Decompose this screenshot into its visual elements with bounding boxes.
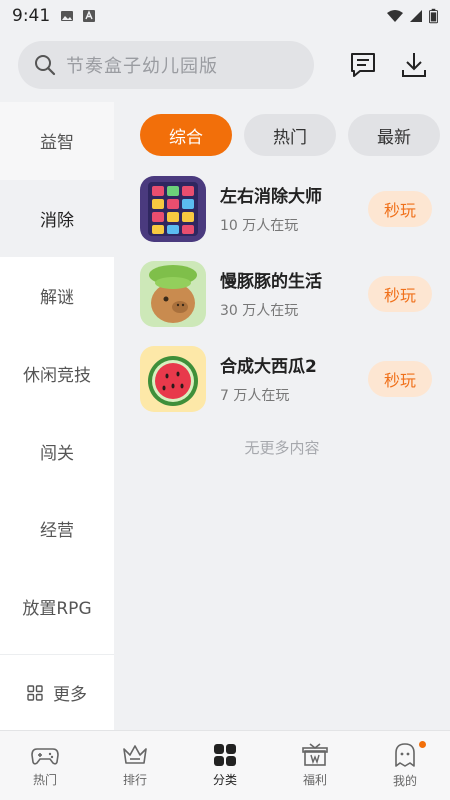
battery-icon: [429, 8, 438, 24]
block-puzzle-game-icon: [140, 175, 206, 242]
watermelon-game-icon: [140, 345, 206, 412]
game-name: 左右消除大师: [220, 187, 322, 207]
game-players: 30 万人在玩: [220, 303, 299, 319]
category-sidebar: 益智 消除 解谜 休闲竞技 闯关 经营 放置RPG 更多: [0, 102, 114, 730]
sidebar-item-casual-competitive[interactable]: 休闲竞技: [0, 335, 114, 413]
main-content: 综合 热门 最新 左右消除大师 10 万人在玩 秒玩 慢豚豚的生活 30 万人在…: [114, 102, 450, 730]
game-row[interactable]: 左右消除大师 10 万人在玩 秒玩: [114, 166, 450, 251]
sidebar-more-label: 更多: [53, 685, 87, 705]
gamepad-icon: [31, 748, 59, 765]
download-icon[interactable]: [400, 50, 428, 80]
notification-dot: [419, 741, 426, 748]
nav-label: 排行: [122, 773, 147, 787]
filter-tab-newest[interactable]: 最新: [348, 114, 440, 156]
game-row[interactable]: 合成大西瓜2 7 万人在玩 秒玩: [114, 336, 450, 421]
sidebar-item-puzzle[interactable]: 益智: [0, 102, 114, 180]
nav-tab-mine[interactable]: 我的: [360, 731, 450, 800]
filter-tab-hot[interactable]: 热门: [244, 114, 336, 156]
nav-tab-category[interactable]: 分类: [180, 731, 270, 800]
filter-tabs: 综合 热门 最新: [114, 102, 450, 156]
nav-tab-ranking[interactable]: 排行: [90, 731, 180, 800]
sidebar-item-idle-rpg[interactable]: 放置RPG: [0, 568, 114, 646]
nav-label: 热门: [32, 773, 57, 787]
game-name: 合成大西瓜2: [220, 357, 317, 377]
game-players: 7 万人在玩: [220, 388, 290, 404]
sidebar-item-label: 益智: [40, 133, 74, 154]
sidebar-item-elimination[interactable]: 消除: [0, 179, 114, 258]
sidebar-item-label: 休闲竞技: [23, 366, 91, 387]
instant-play-button[interactable]: 秒玩: [368, 360, 432, 397]
message-icon[interactable]: [348, 50, 378, 80]
sidebar-item-label: 放置RPG: [22, 598, 92, 619]
nav-tab-benefits[interactable]: 福利: [270, 731, 360, 800]
gift-icon: [302, 743, 328, 766]
ghost-avatar-icon: [395, 743, 415, 767]
nav-label: 福利: [302, 773, 327, 787]
grid-icon: [27, 684, 43, 701]
sidebar-item-label: 消除: [40, 210, 74, 231]
gallery-icon: [61, 11, 74, 21]
search-input[interactable]: 节奏盒子幼儿园版: [18, 41, 314, 89]
status-time: 9:41: [12, 6, 51, 26]
app-notification-icon: [83, 10, 96, 22]
instant-play-button[interactable]: 秒玩: [368, 190, 432, 227]
nav-label: 分类: [212, 773, 237, 787]
game-players: 10 万人在玩: [220, 218, 299, 234]
nav-tab-hot[interactable]: 热门: [0, 731, 90, 800]
search-icon: [35, 55, 56, 76]
sidebar-item-management[interactable]: 经营: [0, 490, 114, 568]
game-list: 左右消除大师 10 万人在玩 秒玩 慢豚豚的生活 30 万人在玩 秒玩 合成大西…: [114, 166, 450, 421]
filter-tab-comprehensive[interactable]: 综合: [140, 114, 232, 156]
list-end-text: 无更多内容: [244, 439, 320, 457]
category-grid-icon: [214, 744, 236, 766]
search-placeholder: 节奏盒子幼儿园版: [66, 56, 218, 77]
capybara-game-icon: [140, 260, 206, 327]
sidebar-item-label: 闯关: [40, 443, 74, 464]
bottom-navigation: 热门 排行 分类 福利 我的: [0, 730, 450, 800]
status-bar: 9:41: [0, 0, 450, 32]
signal-icon: [410, 10, 422, 22]
sidebar-more-button[interactable]: 更多: [0, 654, 114, 730]
header: 节奏盒子幼儿园版: [0, 32, 450, 98]
instant-play-button[interactable]: 秒玩: [368, 275, 432, 312]
game-row[interactable]: 慢豚豚的生活 30 万人在玩 秒玩: [114, 251, 450, 336]
sidebar-item-levels[interactable]: 闯关: [0, 412, 114, 490]
crown-icon: [123, 745, 147, 764]
sidebar-item-riddle[interactable]: 解谜: [0, 257, 114, 335]
sidebar-item-label: 解谜: [40, 288, 74, 309]
wifi-icon: [387, 10, 403, 22]
nav-label: 我的: [392, 774, 417, 788]
game-name: 慢豚豚的生活: [220, 272, 322, 292]
sidebar-item-label: 经营: [40, 521, 74, 542]
